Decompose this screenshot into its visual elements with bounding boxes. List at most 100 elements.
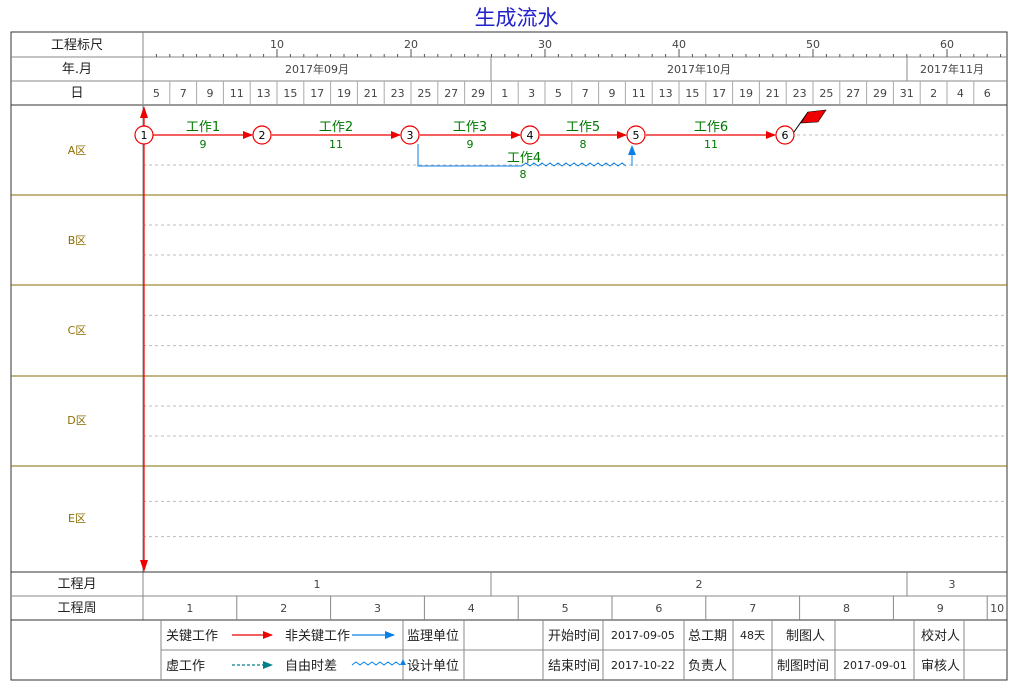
day-cell: 2 — [930, 87, 937, 100]
svg-text:5: 5 — [633, 129, 640, 142]
zone-label-c: C区 — [68, 324, 87, 337]
project-week-cell: 8 — [843, 602, 850, 615]
duration-value: 48天 — [740, 629, 765, 642]
draw-date-label: 制图时间 — [777, 659, 829, 674]
day-cell: 7 — [180, 87, 187, 100]
zone-label-d: D区 — [67, 414, 86, 427]
day-cell: 5 — [555, 87, 562, 100]
day-cell: 3 — [528, 87, 535, 100]
day-row: 5 7 9 11 13 15 17 19 21 23 25 27 29 1 3 5 7 9 11 13 15 17 19 21… — [153, 81, 991, 105]
task-name: 工作6 — [694, 120, 728, 135]
node-5[interactable]: 5 — [626, 125, 646, 145]
day-cell: 5 — [153, 87, 160, 100]
project-month-label: 工程月 — [57, 577, 96, 592]
node-4[interactable]: 4 — [520, 125, 540, 145]
zone-label-a: A区 — [68, 144, 87, 157]
task-duration: 8 — [580, 138, 587, 151]
project-week-cell: 5 — [562, 602, 569, 615]
week-row: 1 2 3 4 5 6 7 8 9 10 — [186, 596, 1004, 620]
day-cell: 29 — [471, 87, 485, 100]
ruler-numbers: 10 20 30 40 50 60 — [270, 38, 954, 51]
svg-text:3: 3 — [407, 129, 414, 142]
node-3[interactable]: 3 — [400, 125, 420, 145]
project-month-cell: 2 — [696, 578, 703, 591]
duration-label: 总工期 — [688, 629, 727, 644]
day-cell: 21 — [364, 87, 378, 100]
node-6[interactable]: 6 — [775, 125, 795, 145]
ruler-number: 60 — [940, 38, 954, 51]
legend-noncritical-label: 非关键工作 — [285, 629, 350, 644]
svg-text:6: 6 — [782, 129, 789, 142]
project-week-cell: 9 — [937, 602, 944, 615]
task-duration: 8 — [520, 168, 527, 181]
legend-table: 关键工作 非关键工作 虚工作 自由时差 监理单位 设计单位 开始时间 2017-… — [160, 620, 1007, 680]
legend-free-float-wave — [351, 661, 401, 666]
day-cell: 11 — [230, 87, 244, 100]
project-week-cell: 7 — [749, 602, 756, 615]
day-cell: 27 — [444, 87, 458, 100]
project-week-cell: 2 — [280, 602, 287, 615]
day-cell: 7 — [582, 87, 589, 100]
network-chart: 工程标尺 年.月 日 工程月 工程周 10 20 30 40 50 60 201… — [10, 31, 1008, 681]
task-name: 工作3 — [453, 120, 487, 135]
legend-critical-label: 关键工作 — [166, 629, 218, 644]
drawer-label: 制图人 — [786, 629, 825, 644]
day-cell: 9 — [207, 87, 214, 100]
day-cell: 11 — [632, 87, 646, 100]
day-cell: 19 — [337, 87, 351, 100]
owner-label: 负责人 — [688, 659, 727, 674]
day-cell: 31 — [900, 87, 914, 100]
project-week-label: 工程周 — [57, 601, 96, 616]
day-cell: 27 — [846, 87, 860, 100]
node-1[interactable]: 1 — [134, 125, 154, 145]
day-cell: 4 — [957, 87, 964, 100]
ruler-number: 50 — [806, 38, 820, 51]
day-cell: 25 — [417, 87, 431, 100]
task-name: 工作2 — [319, 120, 353, 135]
project-week-cell: 6 — [655, 602, 662, 615]
day-cell: 17 — [310, 87, 324, 100]
ruler-number: 40 — [672, 38, 686, 51]
finish-flag-icon — [793, 109, 827, 133]
day-cell: 15 — [685, 87, 699, 100]
ruler-number: 10 — [270, 38, 284, 51]
day-cell: 23 — [793, 87, 807, 100]
ruler-label: 工程标尺 — [51, 38, 103, 53]
day-cell: 1 — [501, 87, 508, 100]
task-name: 工作1 — [186, 120, 220, 135]
task-name: 工作4 — [507, 151, 541, 166]
day-cell: 29 — [873, 87, 887, 100]
project-month-cell: 3 — [949, 578, 956, 591]
project-week-cell: 1 — [186, 602, 193, 615]
draw-date-value: 2017-09-01 — [843, 659, 907, 672]
day-cell: 9 — [609, 87, 616, 100]
month-cell: 2017年10月 — [667, 62, 731, 76]
day-cell: 25 — [819, 87, 833, 100]
day-cell: 21 — [766, 87, 780, 100]
ruler-number: 20 — [404, 38, 418, 51]
ruler-number: 30 — [538, 38, 552, 51]
node-2[interactable]: 2 — [252, 125, 272, 145]
zone-label-e: E区 — [68, 512, 86, 525]
day-cell: 23 — [391, 87, 405, 100]
end-value: 2017-10-22 — [611, 659, 675, 672]
checker-label: 校对人 — [921, 628, 960, 644]
reviewer-label: 审核人 — [921, 659, 960, 674]
task-duration: 11 — [704, 138, 718, 151]
task-duration: 9 — [200, 138, 207, 151]
designer-label: 设计单位 — [407, 659, 459, 674]
day-cell: 17 — [712, 87, 726, 100]
svg-text:4: 4 — [527, 129, 534, 142]
project-week-cell: 4 — [468, 602, 475, 615]
project-month-cell: 1 — [314, 578, 321, 591]
svg-text:2: 2 — [259, 129, 266, 142]
day-cell: 15 — [283, 87, 297, 100]
project-week-cell: 10 — [990, 602, 1004, 615]
start-value: 2017-09-05 — [611, 629, 675, 642]
project-week-cell: 3 — [374, 602, 381, 615]
task-duration: 9 — [467, 138, 474, 151]
svg-text:1: 1 — [141, 129, 148, 142]
month-label: 年.月 — [62, 62, 92, 77]
month-cell: 2017年11月 — [920, 62, 984, 76]
end-label: 结束时间 — [548, 659, 600, 674]
